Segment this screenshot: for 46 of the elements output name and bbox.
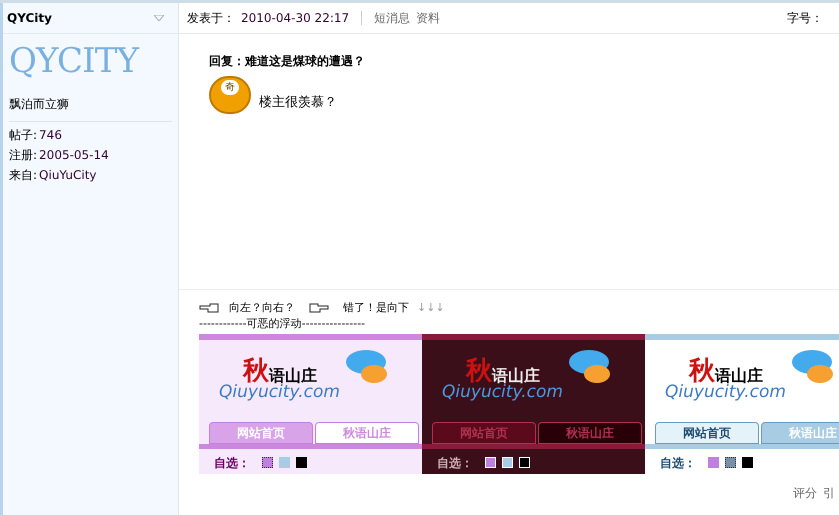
color-swatch[interactable]	[296, 457, 307, 468]
post-title: 回复：难道这是煤球的遭遇？	[209, 53, 366, 70]
dropdown-icon[interactable]	[154, 15, 164, 21]
color-swatch[interactable]	[708, 457, 719, 468]
logo-title: 语山庄	[715, 368, 763, 384]
site-logo: QYCITY	[9, 44, 140, 78]
pointing-hand-right-icon	[307, 303, 329, 314]
logo-url: Qiuyucity.com	[665, 384, 786, 401]
theme-tab[interactable]: 秋语山庄	[538, 422, 642, 444]
stat-value: 2005-05-14	[39, 147, 109, 164]
logo-title: 语山庄	[492, 368, 540, 384]
color-swatch[interactable]	[725, 457, 736, 468]
logo-title: 语山庄	[269, 368, 317, 384]
stat-value: 746	[39, 127, 62, 144]
signature-text: 向左？向右？	[229, 300, 295, 316]
custom-label: 自选：	[660, 454, 696, 472]
stat-label: 注册:	[9, 147, 38, 164]
post-link[interactable]: 短消息	[374, 9, 410, 27]
posted-label: 发表于：	[187, 10, 235, 27]
logo-character: 秋	[242, 358, 269, 384]
footer-link[interactable]: 评分	[793, 484, 817, 502]
logo-url: Qiuyucity.com	[219, 384, 340, 401]
signature-text: 错了！是向下	[343, 300, 409, 316]
stat-value: QiuYuCity	[39, 167, 97, 184]
username[interactable]: QYCity	[7, 9, 52, 27]
custom-label: 自选：	[214, 454, 250, 472]
emoticon-badge: 奇	[209, 76, 251, 114]
logo-character: 秋	[466, 358, 492, 384]
logo-character: 秋	[688, 358, 715, 384]
theme-tab[interactable]: 网站首页	[655, 422, 759, 444]
color-swatch[interactable]	[279, 457, 290, 468]
post-message: 楼主很羡慕？	[259, 94, 337, 112]
color-swatch[interactable]	[742, 457, 753, 468]
down-arrows: ↓↓↓	[417, 300, 445, 316]
logo-url: Qiuyucity.com	[442, 384, 563, 401]
stat-label: 帖子:	[9, 127, 38, 144]
font-size-label: 字号：	[787, 10, 823, 27]
user-nickname: 飘泊而立狮	[9, 96, 70, 113]
color-swatch[interactable]	[262, 457, 273, 468]
stat-label: 来自:	[9, 167, 38, 184]
pointing-hand-left-icon	[199, 303, 221, 314]
posted-time: 2010-04-30 22:17	[241, 10, 350, 27]
custom-label: 自选：	[437, 454, 473, 472]
footer-link[interactable]: 引	[823, 484, 835, 502]
post-link[interactable]: 资料	[416, 9, 440, 27]
signature-divider-text: ------------可恶的浮动----------------	[199, 316, 366, 330]
